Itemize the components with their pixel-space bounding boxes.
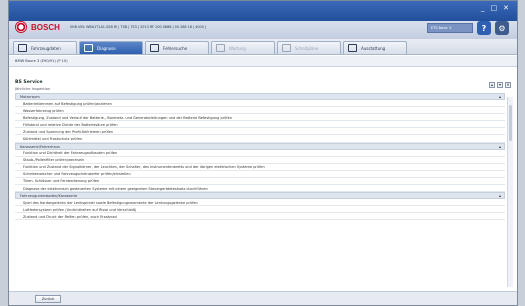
vertical-scrollbar[interactable]: [507, 97, 513, 287]
breadcrumb: BMW Baure 3 (E90/91) (P 10): [9, 56, 517, 67]
tab-equipment[interactable]: Ausstattung: [343, 41, 407, 54]
group-title: Motorraum: [20, 95, 40, 99]
back-button[interactable]: Zurück: [35, 295, 61, 303]
title-bar: _ □ ✕: [9, 1, 517, 21]
tab-troubleshooting[interactable]: Fehlersuche: [145, 41, 209, 54]
car-icon: [18, 44, 27, 52]
vehicle-info: SHB VIN: WBA1T1A1-SSB RI | TSB | 7E3 | 2…: [69, 25, 207, 29]
collapse-all-button[interactable]: ▴: [489, 82, 495, 88]
list-item[interactable]: Zustand und Druck der Reifen prüfen, auc…: [15, 213, 505, 221]
settings-button[interactable]: ⚙: [495, 21, 509, 35]
circuit-icon: [282, 44, 291, 52]
close-panel-button[interactable]: ✕: [505, 82, 511, 88]
tab-maintenance[interactable]: Wartung: [211, 41, 275, 54]
page-subtitle: Jährliche Inspektion: [15, 87, 51, 91]
tab-label: Fahrzeugdaten: [31, 45, 61, 51]
page-title: BS Service: [15, 80, 43, 85]
wrench-icon: [150, 44, 159, 52]
app-window: _ □ ✕ BOSCH SHB VIN: WBA1T1A1-SSB RI | T…: [8, 0, 518, 306]
maximize-icon[interactable]: □: [491, 4, 498, 12]
tab-label: Ausstattung: [361, 45, 386, 51]
chevron-up-icon[interactable]: ▴: [499, 94, 501, 99]
list-item[interactable]: Zustand und Spannung der Profil-Keilriem…: [15, 128, 505, 136]
maintenance-icon: [216, 44, 225, 52]
group-title: Fahrzeugunterboden/Karosserie: [20, 194, 78, 199]
footer-bar: Zurück: [9, 291, 517, 305]
help-button[interactable]: ?: [477, 21, 491, 35]
expand-all-button[interactable]: ▾: [497, 82, 503, 88]
list-item[interactable]: Funktion und Dichtheit der Fahrzeugaufba…: [15, 150, 505, 157]
chevron-up-icon[interactable]: ▴: [499, 144, 501, 149]
list-item[interactable]: Kühlmittel und Frostschutz prüfen: [15, 135, 505, 143]
tab-vehicle-data[interactable]: Fahrzeugdaten: [13, 41, 77, 54]
tab-label: Fehlersuche: [163, 45, 188, 51]
chevron-up-icon[interactable]: ▴: [499, 193, 501, 198]
version-label: ETS Basic 3.: [427, 23, 473, 33]
equipment-icon: [348, 44, 357, 52]
minimize-icon[interactable]: _: [481, 4, 485, 12]
tab-label: Wartung: [229, 45, 246, 51]
list-item[interactable]: Füllstand und relative Dichte der Batter…: [15, 121, 505, 129]
tab-wiring-diagrams[interactable]: Schaltpläne: [277, 41, 341, 54]
list-item[interactable]: Wasserfahrzeug prüfen: [15, 107, 505, 115]
list-item[interactable]: Luftfedersystem prüfen (Undichtheiten au…: [15, 206, 505, 214]
list-item[interactable]: Spiel des Kardangelenks der Lenkspindel …: [15, 199, 505, 207]
window-controls: _ □ ✕: [481, 4, 509, 12]
tab-bar: Fahrzeugdaten Diagnose Fehlersuche Wartu…: [9, 39, 517, 55]
list-item[interactable]: Diagnose der elektronisch gesteuerten Sy…: [15, 185, 505, 193]
main-content: ▴ ▾ ✕ BS Service Jährliche Inspektion Mo…: [9, 69, 517, 291]
brand-area: BOSCH SHB VIN: WBA1T1A1-SSB RI | TSB | 7…: [15, 19, 206, 35]
tab-diagnosis[interactable]: Diagnose: [79, 41, 143, 54]
list-item[interactable]: Staub-/Pollenfilter prüfen/wechseln: [15, 157, 505, 164]
list-item[interactable]: Türen, Schlösser und Fernbedienung prüfe…: [15, 178, 505, 186]
scrollbar-thumb[interactable]: [509, 105, 512, 141]
group-header-body[interactable]: Karosserie/Fahrerhaus ▴: [15, 142, 505, 150]
tab-label: Diagnose: [97, 45, 116, 51]
list-item[interactable]: Batterieklemmen auf Befestigung prüfen/a…: [15, 100, 505, 108]
group-header-engine-bay[interactable]: Motorraum ▴: [15, 93, 505, 100]
list-controls: ▴ ▾ ✕: [489, 82, 511, 88]
close-icon[interactable]: ✕: [503, 4, 509, 12]
tab-label: Schaltpläne: [295, 45, 319, 51]
list-item[interactable]: Funktion und Zustand der Signalhörner, d…: [15, 164, 505, 171]
brand-name: BOSCH: [31, 22, 60, 32]
list-item[interactable]: Scheibenwischer und Fahrzeugscheinwerfer…: [15, 171, 505, 178]
bosch-logo: [15, 21, 27, 33]
list-item[interactable]: Befestigung, Zustand und Verlauf der Bat…: [15, 114, 505, 122]
gear-icon: ⚙: [498, 23, 506, 33]
group-header-underbody[interactable]: Fahrzeugunterboden/Karosserie ▴: [15, 192, 505, 200]
diagnosis-icon: [84, 44, 93, 52]
group-title: Karosserie/Fahrerhaus: [20, 144, 60, 149]
